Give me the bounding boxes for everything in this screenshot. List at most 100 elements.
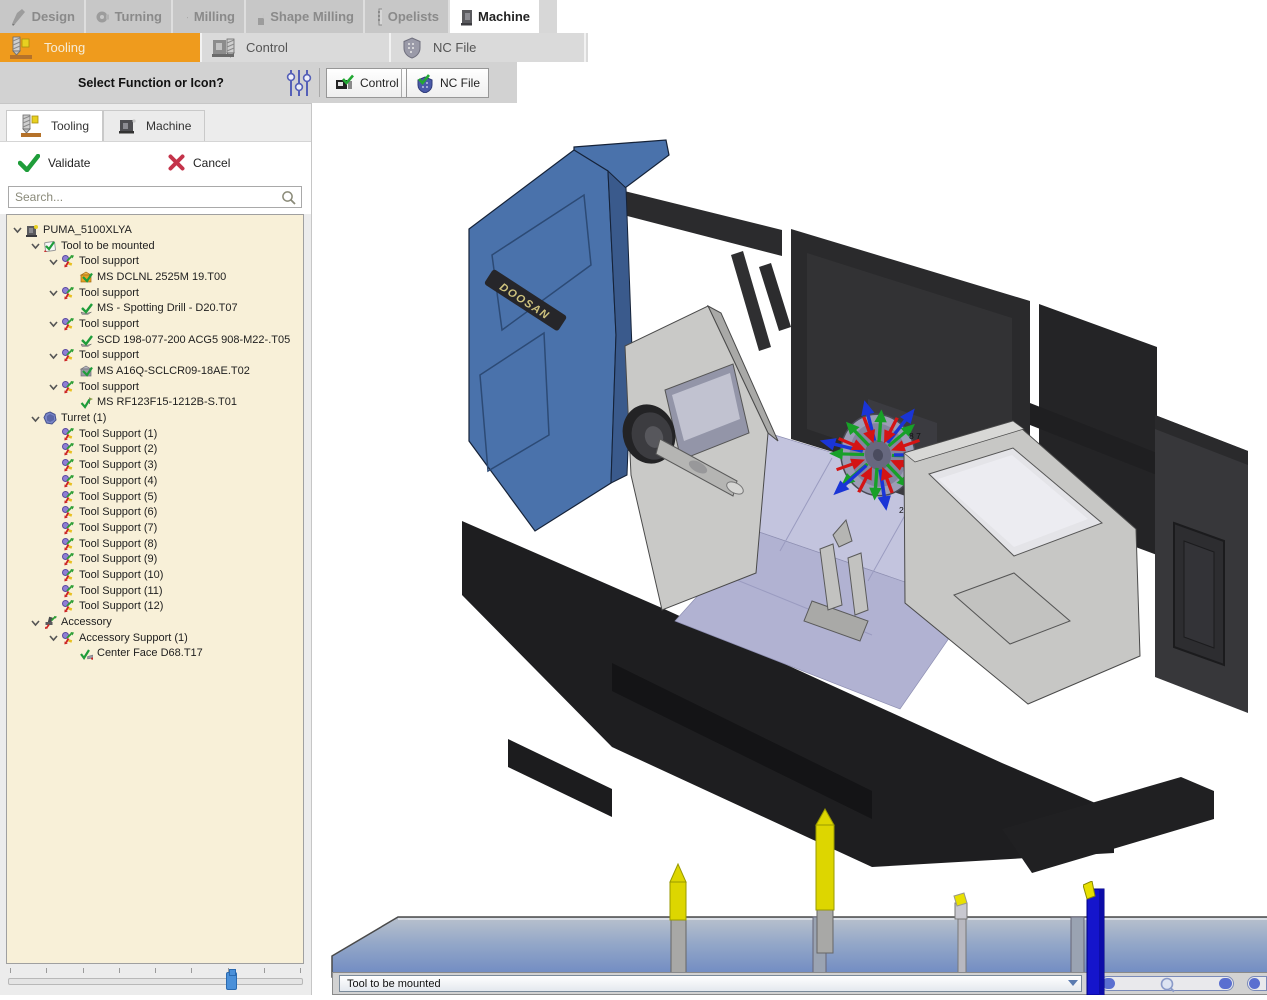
cancel-label: Cancel: [193, 156, 230, 170]
tree-item[interactable]: Tool Support (2): [7, 442, 303, 458]
tree-item[interactable]: Turret (1): [7, 410, 303, 426]
gray-box-check-icon: [79, 364, 93, 378]
tool-support-icon: [61, 521, 75, 535]
tooling-panel-icon: [20, 114, 44, 138]
tab-opelists[interactable]: Opelists: [365, 0, 450, 33]
subtab-control[interactable]: Control: [202, 33, 391, 62]
tree-item[interactable]: MS RF123F15-1212B-S.T01: [7, 395, 303, 411]
subtab-tooling[interactable]: Tooling: [0, 33, 202, 62]
tree-item[interactable]: Tool support: [7, 285, 303, 301]
tool-support-icon: [61, 568, 75, 582]
tray-tool-drill-1[interactable]: [670, 864, 686, 977]
tree-item[interactable]: Tool Support (9): [7, 551, 303, 567]
chevron-down-icon[interactable]: [47, 631, 60, 644]
tree-item[interactable]: MS - Spotting Drill - D20.T07: [7, 300, 303, 316]
enclosure-right-column: [1155, 415, 1248, 713]
tree-item[interactable]: Tool support: [7, 348, 303, 364]
tree-item[interactable]: Tool support: [7, 253, 303, 269]
ncfile-subtab-icon: [400, 36, 424, 60]
chevron-down-icon[interactable]: [47, 255, 60, 268]
tool-filter-dropdown[interactable]: Tool to be mounted: [339, 975, 1082, 992]
validate-label: Validate: [48, 156, 90, 170]
machine-3d-viewport[interactable]: 8 7 T 6 T 5 4 3 2 DOOSAN: [311, 103, 1267, 995]
chevron-down-icon[interactable]: [47, 380, 60, 393]
tool-tray: [332, 917, 1267, 977]
chevron-down-icon[interactable]: [29, 239, 42, 252]
tree-item[interactable]: Tool Support (1): [7, 426, 303, 442]
tool-support-icon: [61, 631, 75, 645]
tree-item[interactable]: Tool Support (6): [7, 504, 303, 520]
tab-design-label: Design: [32, 9, 75, 24]
tab-machine[interactable]: Machine: [450, 0, 539, 33]
divider: [319, 68, 320, 97]
stub-cap: [1249, 978, 1260, 989]
chevron-down-icon[interactable]: [47, 349, 60, 362]
ncfile-quick-button[interactable]: NC File: [406, 68, 489, 98]
tree-item[interactable]: Tool support: [7, 316, 303, 332]
tray-zoom-slider[interactable]: [1100, 976, 1235, 991]
machine-icon: [25, 223, 39, 237]
tool-support-icon: [61, 584, 75, 598]
tool-support-icon: [61, 427, 75, 441]
control-check-icon: [335, 74, 355, 92]
turret-icon: [43, 411, 57, 425]
tray-scroll-stub[interactable]: [1247, 976, 1267, 991]
tree-item[interactable]: MS A16Q-SCLCR09-18AE.T02: [7, 363, 303, 379]
shape-milling-icon: [255, 7, 264, 27]
subtab-ncfile[interactable]: NC File: [391, 33, 586, 62]
slider-track[interactable]: [8, 978, 303, 985]
tab-shape-milling[interactable]: Shape Milling: [246, 0, 365, 33]
chevron-down-icon[interactable]: [29, 616, 42, 629]
control-quick-button[interactable]: Control: [326, 68, 408, 98]
panel-tab-machine[interactable]: Machine: [103, 110, 205, 141]
panel-tab-bar: Tooling Machine: [6, 110, 205, 141]
tree-item[interactable]: Center Face D68.T17: [7, 646, 303, 662]
viewport-bottom-bar: Tool to be mounted: [332, 972, 1267, 995]
tray-tool-holder-blue[interactable]: [1083, 881, 1109, 995]
tool-support-icon: [61, 537, 75, 551]
chevron-down-icon[interactable]: [47, 286, 60, 299]
board-check-icon: [43, 239, 57, 253]
tree-item[interactable]: Tool Support (3): [7, 457, 303, 473]
panel-tab-tooling[interactable]: Tooling: [6, 110, 103, 141]
tree-item[interactable]: MS DCLNL 2525M 19.T00: [7, 269, 303, 285]
tree-item[interactable]: Accessory: [7, 614, 303, 630]
slider-thumb[interactable]: [226, 972, 237, 990]
slider-ticks: [10, 968, 301, 973]
slider-right-cap[interactable]: [1219, 978, 1232, 989]
search-input[interactable]: [13, 188, 275, 206]
tab-design[interactable]: Design: [0, 0, 86, 33]
panel-tab-tooling-label: Tooling: [51, 119, 89, 133]
tree-item[interactable]: SCD 198-077-200 ACG5 908-M22-.T05: [7, 332, 303, 348]
tree-item[interactable]: Tool support: [7, 379, 303, 395]
tree-item[interactable]: Tool Support (10): [7, 567, 303, 583]
chevron-down-icon[interactable]: [11, 223, 24, 236]
cancel-button[interactable]: Cancel: [168, 154, 230, 171]
tree-item[interactable]: PUMA_5100XLYA: [7, 222, 303, 238]
tree-item[interactable]: Tool to be mounted: [7, 238, 303, 254]
validate-button[interactable]: Validate: [18, 154, 90, 172]
headstock: [615, 306, 778, 610]
tree-item[interactable]: Tool Support (8): [7, 536, 303, 552]
machine-3d-view[interactable]: 8 7 T 6 T 5 4 3 2 DOOSAN: [312, 103, 1267, 995]
chevron-down-icon[interactable]: [29, 412, 42, 425]
sliders-icon[interactable]: [286, 68, 312, 103]
tree-item[interactable]: Tool Support (11): [7, 583, 303, 599]
tree-item[interactable]: Tool Support (7): [7, 520, 303, 536]
machine-tree: PUMA_5100XLYA Tool to be mounted Tool su…: [6, 214, 304, 964]
ribbon-tab-bar: Design Turning Milling Shape Milling Ope…: [0, 0, 557, 33]
tree-zoom-slider[interactable]: [8, 966, 303, 992]
tree-item[interactable]: Tool Support (5): [7, 489, 303, 505]
tool-support-icon: [61, 474, 75, 488]
tab-milling[interactable]: Milling: [173, 0, 246, 33]
opelists-icon: [374, 7, 382, 27]
tray-tool-drill-2[interactable]: [816, 809, 834, 953]
tree-item[interactable]: Tool Support (4): [7, 473, 303, 489]
search-icon[interactable]: [281, 190, 297, 206]
dropdown-arrow-icon[interactable]: [1068, 980, 1078, 986]
tab-turning[interactable]: Turning: [86, 0, 173, 33]
tree-item[interactable]: Accessory Support (1): [7, 630, 303, 646]
chevron-down-icon[interactable]: [47, 317, 60, 330]
tool-support-icon: [61, 458, 75, 472]
tree-item[interactable]: Tool Support (12): [7, 599, 303, 615]
